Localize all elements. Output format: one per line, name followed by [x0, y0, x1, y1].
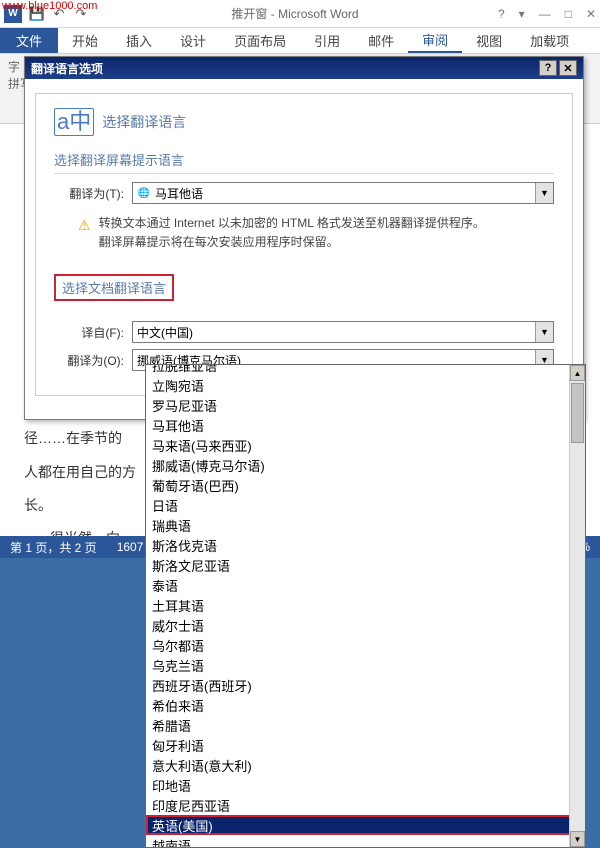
dropdown-item[interactable]: 斯洛文尼亚语	[146, 555, 585, 575]
dropdown-item[interactable]: 英语(美国)	[146, 815, 585, 835]
close-button[interactable]: ✕	[586, 7, 596, 21]
translate-to-value: 马耳他语	[155, 185, 203, 202]
translate-to-label: 翻译为(T):	[54, 185, 124, 202]
status-page[interactable]: 第 1 页，共 2 页	[10, 539, 97, 556]
section-doc-title: 选择文档翻译语言	[54, 274, 174, 301]
dropdown-item[interactable]: 意大利语(意大利)	[146, 755, 585, 775]
dialog-header: 选择翻译语言	[102, 112, 186, 132]
dropdown-item[interactable]: 瑞典语	[146, 515, 585, 535]
ribbon-options-button[interactable]: ▾	[519, 7, 525, 21]
section-screentip-title: 选择翻译屏幕提示语言	[54, 150, 554, 174]
dialog-title-bar[interactable]: 翻译语言选项 ? ✕	[25, 57, 583, 79]
scroll-up-button[interactable]: ▲	[570, 365, 585, 381]
help-button[interactable]: ?	[498, 7, 505, 21]
dropdown-item[interactable]: 乌尔都语	[146, 635, 585, 655]
scroll-down-button[interactable]: ▼	[570, 831, 585, 847]
tab-mailings[interactable]: 邮件	[354, 28, 408, 53]
maximize-button[interactable]: □	[565, 7, 572, 21]
dropdown-item[interactable]: 印度尼西亚语	[146, 795, 585, 815]
language-dropdown[interactable]: ▲ ▼ 拉脱维亚语立陶宛语罗马尼亚语马耳他语马来语(马来西亚)挪威语(博克马尔语…	[145, 364, 586, 848]
dropdown-item[interactable]: 马耳他语	[146, 415, 585, 435]
dropdown-item[interactable]: 越南语	[146, 835, 585, 848]
warning-text-1: 转换文本通过 Internet 以未加密的 HTML 格式发送至机器翻译提供程序…	[99, 214, 485, 233]
dropdown-item[interactable]: 罗马尼亚语	[146, 395, 585, 415]
dropdown-item[interactable]: 威尔士语	[146, 615, 585, 635]
translate-to-combo[interactable]: 🌐 马耳他语 ▼	[132, 182, 554, 204]
minimize-button[interactable]: —	[539, 7, 551, 21]
tab-review[interactable]: 审阅	[408, 28, 462, 53]
watermark-url: www.blue1000.com	[2, 0, 97, 12]
ribbon-tabs: 文件 开始 插入 设计 页面布局 引用 邮件 审阅 视图 加载项	[0, 28, 600, 54]
dropdown-item[interactable]: 拉脱维亚语	[146, 364, 585, 375]
warning-text-2: 翻译屏幕提示将在每次安装应用程序时保留。	[99, 233, 485, 252]
dropdown-item[interactable]: 泰语	[146, 575, 585, 595]
dropdown-item[interactable]: 匈牙利语	[146, 735, 585, 755]
dropdown-item[interactable]: 土耳其语	[146, 595, 585, 615]
dropdown-item[interactable]: 立陶宛语	[146, 375, 585, 395]
dropdown-item[interactable]: 希伯来语	[146, 695, 585, 715]
window-title: 推开窗 - Microsoft Word	[92, 5, 498, 22]
translate-icon: a中	[54, 108, 94, 136]
dialog-close-button[interactable]: ✕	[559, 60, 577, 76]
chevron-down-icon[interactable]: ▼	[535, 322, 553, 342]
language-icon: 🌐	[137, 186, 151, 200]
tab-layout[interactable]: 页面布局	[220, 28, 300, 53]
dropdown-item[interactable]: 西班牙语(西班牙)	[146, 675, 585, 695]
tab-home[interactable]: 开始	[58, 28, 112, 53]
dropdown-scrollbar[interactable]: ▲ ▼	[569, 365, 585, 847]
dialog-help-button[interactable]: ?	[539, 60, 557, 76]
dropdown-item[interactable]: 斯洛伐克语	[146, 535, 585, 555]
translate-to-doc-label: 翻译为(O):	[54, 352, 124, 369]
translate-from-label: 译自(F):	[54, 324, 124, 341]
tab-view[interactable]: 视图	[462, 28, 516, 53]
dropdown-item[interactable]: 希腊语	[146, 715, 585, 735]
translate-from-combo[interactable]: 中文(中国) ▼	[132, 321, 554, 343]
chevron-down-icon[interactable]: ▼	[535, 183, 553, 203]
dropdown-item[interactable]: 挪威语(博克马尔语)	[146, 455, 585, 475]
tab-insert[interactable]: 插入	[112, 28, 166, 53]
scroll-thumb[interactable]	[571, 383, 584, 443]
dropdown-item[interactable]: 乌克兰语	[146, 655, 585, 675]
tab-references[interactable]: 引用	[300, 28, 354, 53]
tab-addins[interactable]: 加载项	[516, 28, 583, 53]
translate-from-value: 中文(中国)	[137, 324, 193, 341]
warning-icon: ⚠	[78, 214, 91, 252]
tab-file[interactable]: 文件	[0, 28, 58, 53]
dropdown-item[interactable]: 马来语(马来西亚)	[146, 435, 585, 455]
tab-design[interactable]: 设计	[166, 28, 220, 53]
dialog-title: 翻译语言选项	[31, 60, 103, 77]
status-word-count[interactable]: 1607	[117, 540, 144, 554]
dropdown-item[interactable]: 日语	[146, 495, 585, 515]
dropdown-item[interactable]: 印地语	[146, 775, 585, 795]
dropdown-item[interactable]: 葡萄牙语(巴西)	[146, 475, 585, 495]
